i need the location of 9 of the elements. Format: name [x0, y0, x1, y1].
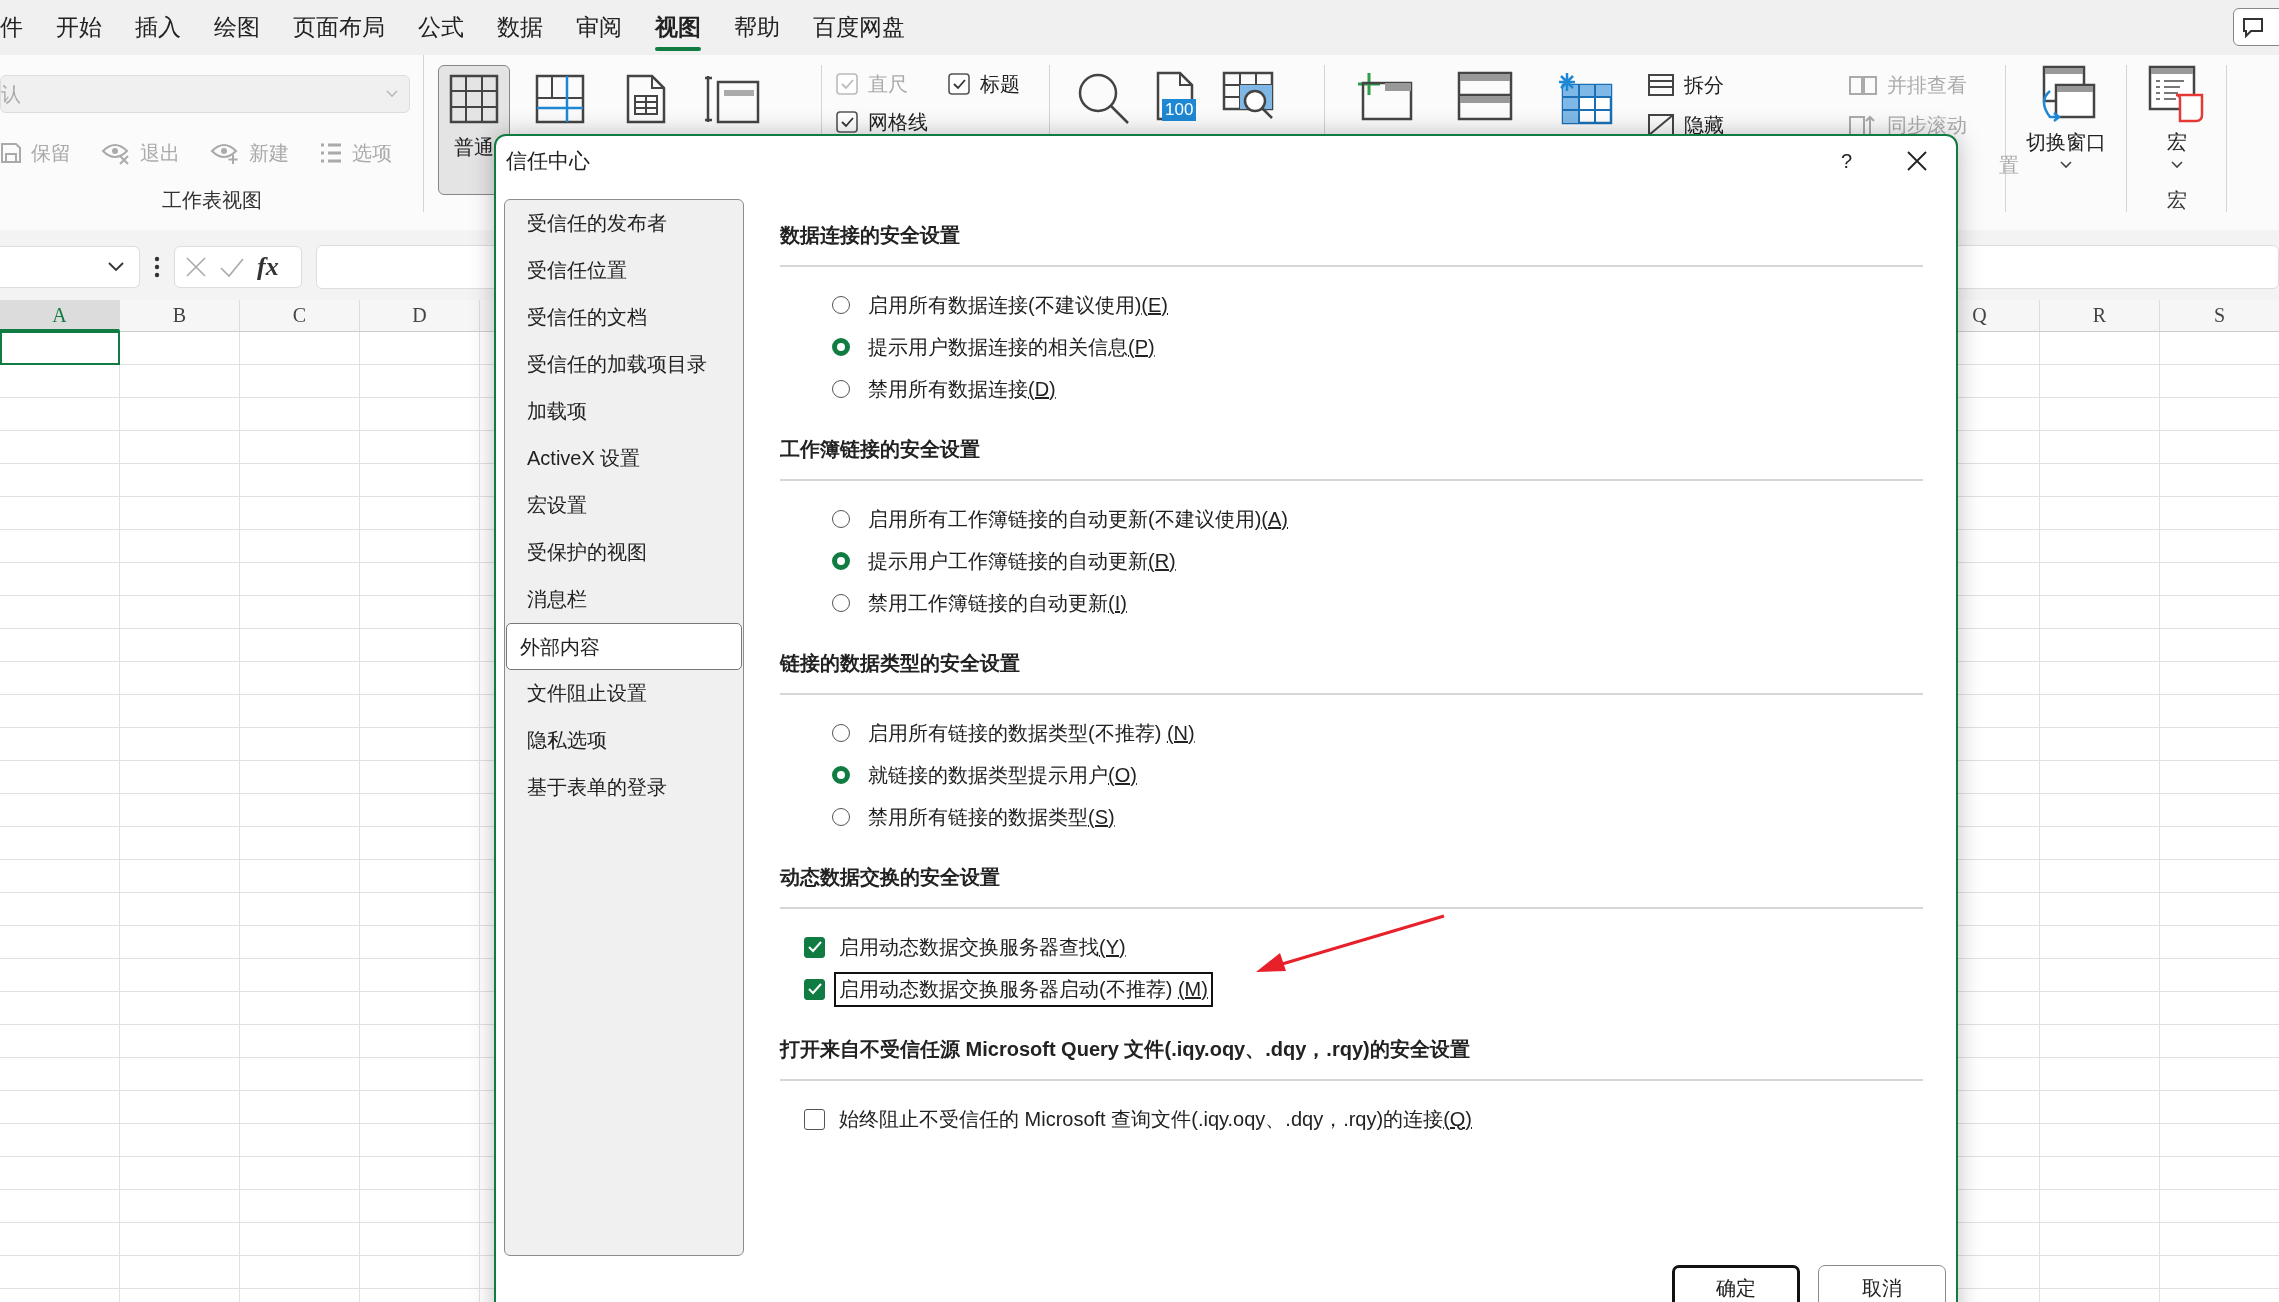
dropdown-value: 认 [1, 81, 21, 107]
section-heading: 动态数据交换的安全设置 [780, 857, 1923, 909]
section-heading: 打开来自不受信任源 Microsoft Query 文件(.iqy.oqy、.dqy，.rqy)的安全设置 [780, 1029, 1923, 1081]
zoom-badge: 100 [1162, 99, 1197, 121]
section-heading: 工作簿链接的安全设置 [780, 429, 1923, 481]
section-heading: 数据连接的安全设置 [780, 215, 1923, 267]
group-label: 工作表视图 [160, 188, 263, 213]
group-label: 宏 [2165, 188, 2188, 213]
section-heading: 链接的数据类型的安全设置 [780, 643, 1923, 695]
